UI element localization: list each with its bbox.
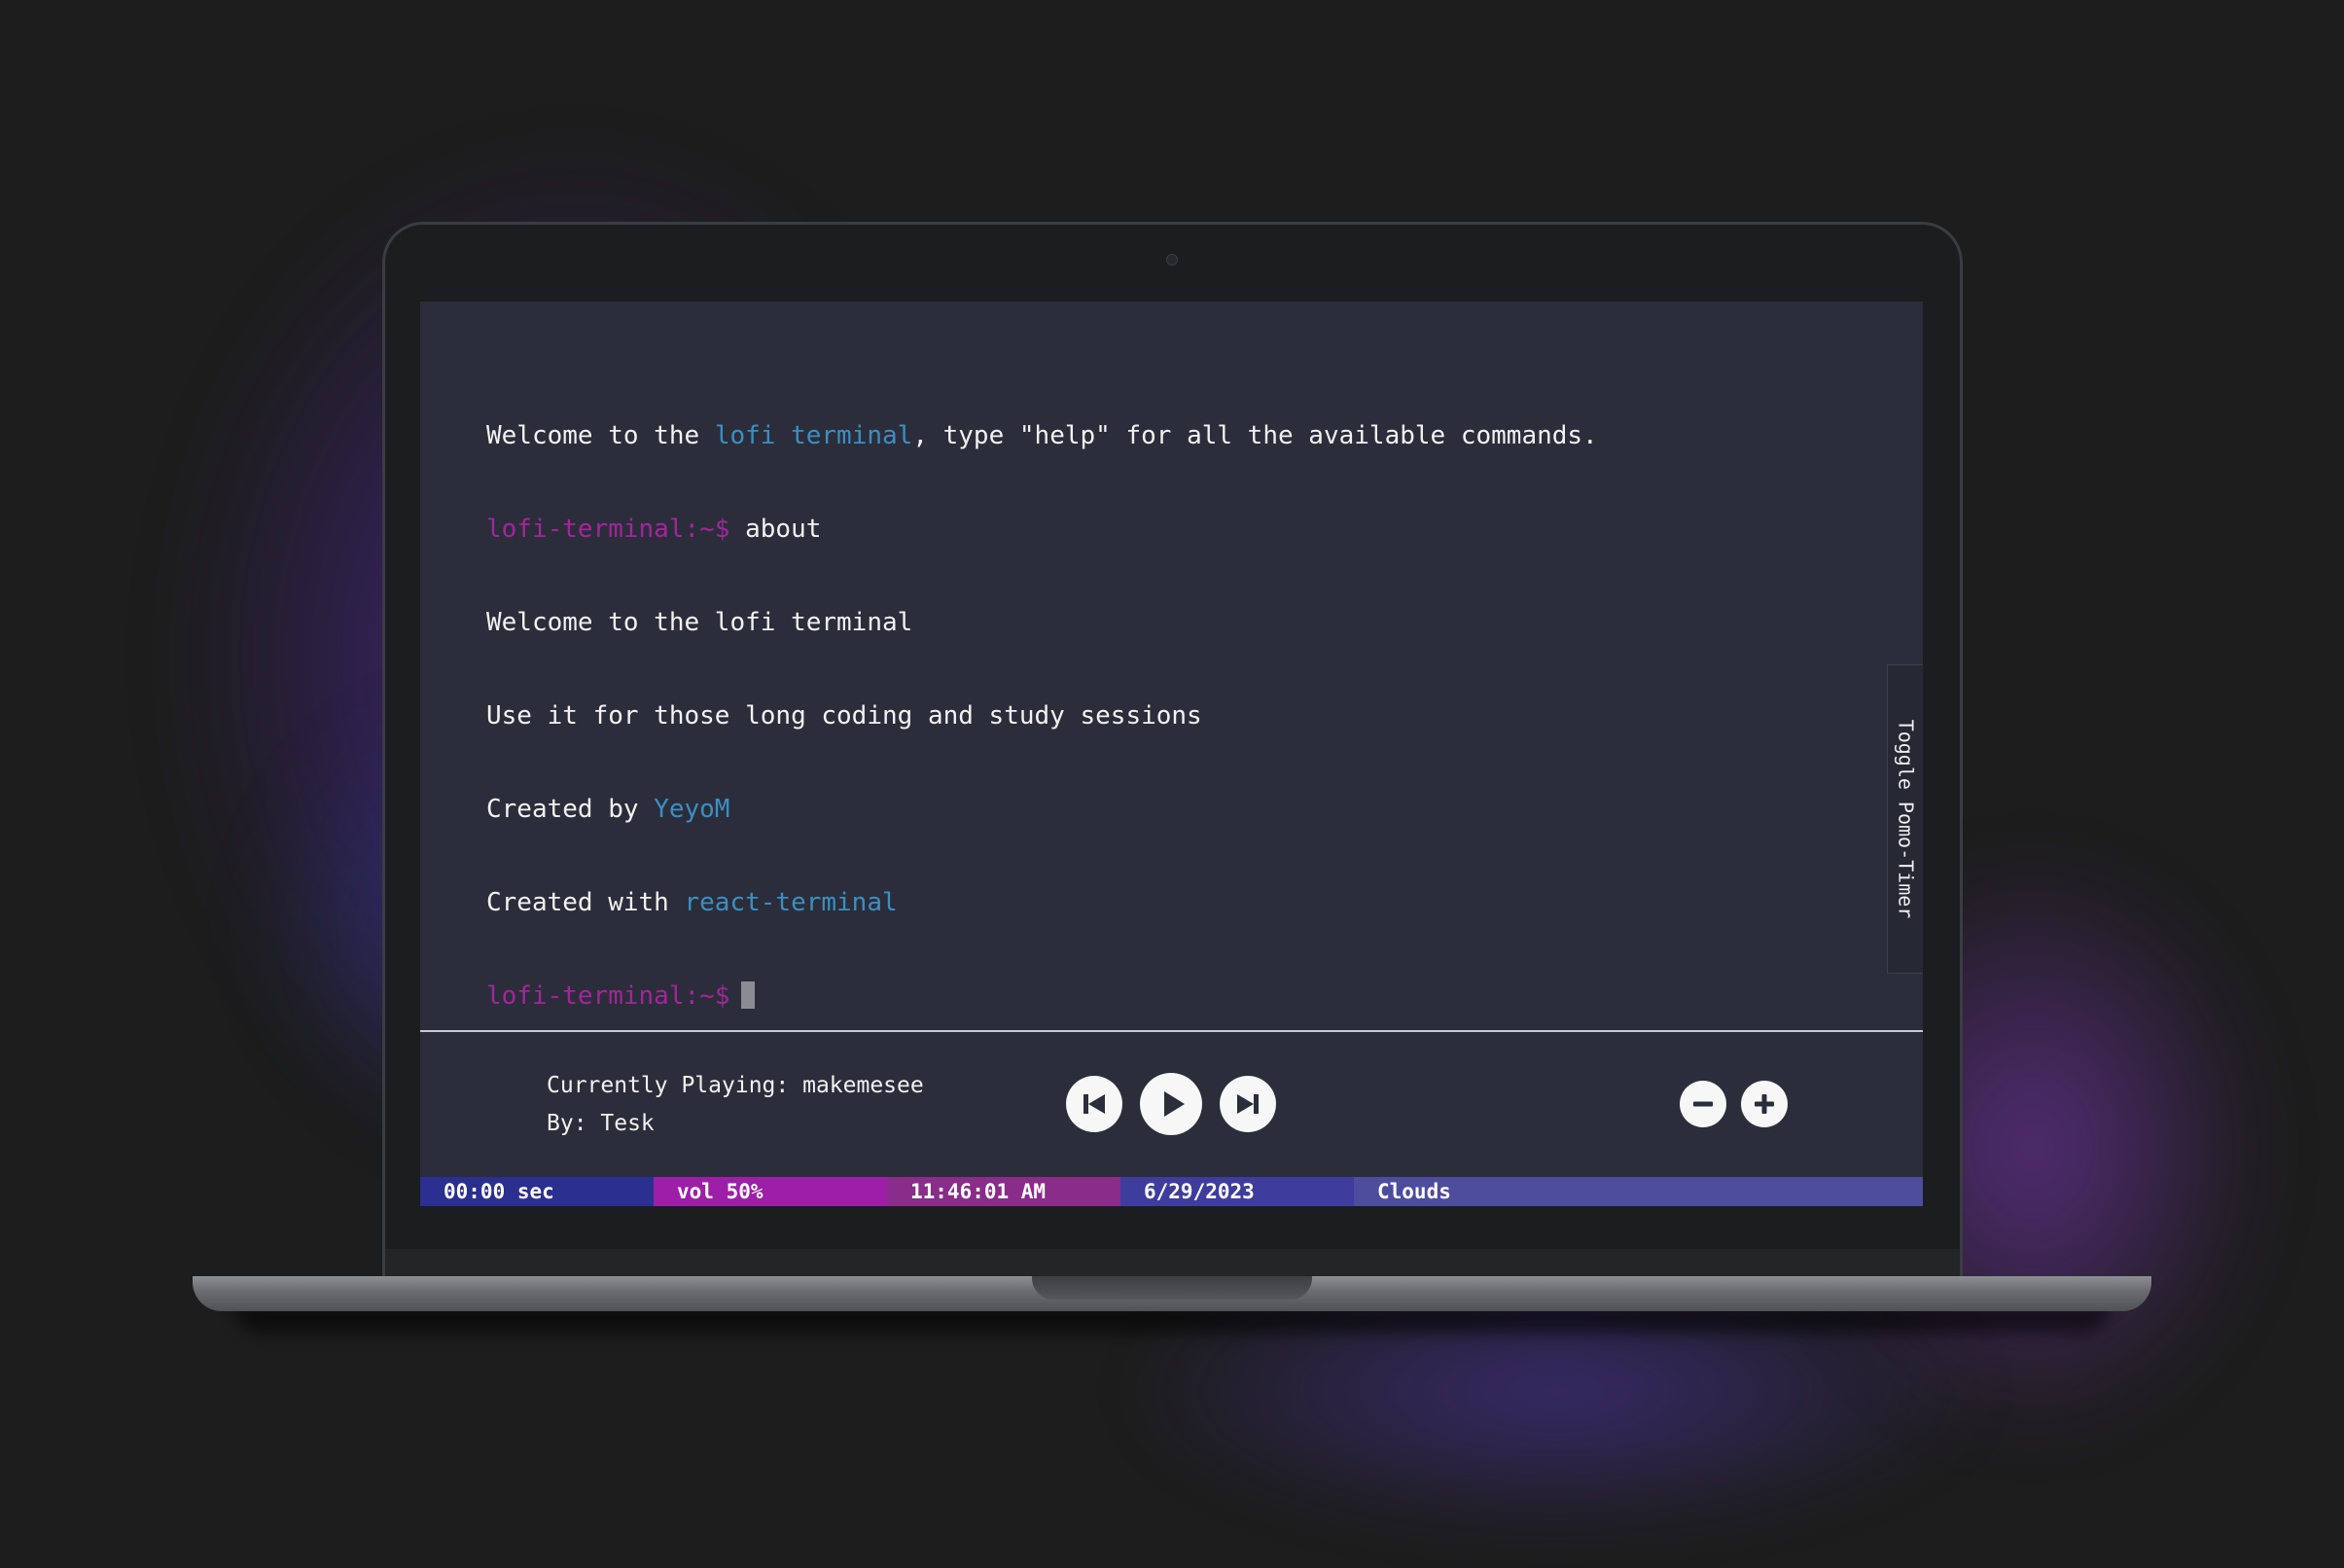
- terminal-created-with-line: Created with react-terminal: [486, 887, 1598, 918]
- welcome-suffix: , type "help" for all the available comm…: [912, 421, 1598, 450]
- terminal-command: about: [745, 515, 822, 544]
- music-player: Currently Playing: makemesee By: Tesk: [420, 1032, 1923, 1177]
- status-weather: Clouds: [1354, 1177, 1923, 1206]
- terminal[interactable]: Welcome to the lofi terminal, type "help…: [420, 302, 1923, 1031]
- created-with-label: Created with: [486, 888, 685, 917]
- status-timer: 00:00 sec: [420, 1177, 654, 1206]
- terminal-prompt: lofi-terminal:~$: [486, 981, 730, 1011]
- next-track-button[interactable]: [1220, 1076, 1276, 1132]
- status-date: 6/29/2023: [1120, 1177, 1354, 1206]
- terminal-welcome-line: Welcome to the lofi terminal, type "help…: [486, 420, 1598, 451]
- welcome-highlight: lofi terminal: [714, 421, 913, 450]
- laptop-hinge: [385, 1249, 1960, 1276]
- terminal-command-line: lofi-terminal:~$ about: [486, 514, 1598, 545]
- terminal-output: Welcome to the lofi terminal, type "help…: [486, 358, 1598, 1074]
- author-link[interactable]: YeyoM: [654, 795, 729, 824]
- track-info: Currently Playing: makemesee By: Tesk: [547, 1067, 924, 1143]
- volume-down-button[interactable]: [1680, 1081, 1726, 1127]
- terminal-created-by-line: Created by YeyoM: [486, 794, 1598, 825]
- skip-next-icon: [1237, 1094, 1259, 1114]
- skip-previous-icon: [1083, 1094, 1105, 1114]
- welcome-prefix: Welcome to the: [486, 421, 715, 450]
- terminal-input-line[interactable]: lofi-terminal:~$: [486, 980, 1598, 1012]
- play-button[interactable]: [1140, 1073, 1202, 1135]
- react-terminal-link[interactable]: react-terminal: [685, 888, 898, 917]
- terminal-cursor: [741, 981, 756, 1009]
- status-volume: vol 50%: [654, 1177, 887, 1206]
- volume-up-button[interactable]: [1741, 1081, 1788, 1127]
- minus-icon: [1693, 1101, 1713, 1107]
- terminal-output-line: Use it for those long coding and study s…: [486, 701, 1202, 731]
- terminal-prompt: lofi-terminal:~$: [486, 515, 730, 544]
- laptop-screen: Welcome to the lofi terminal, type "help…: [420, 302, 1923, 1206]
- pomo-timer-toggle-button[interactable]: Toggle Pomo-Timer: [1887, 664, 1923, 974]
- pomo-timer-toggle-label: Toggle Pomo-Timer: [1894, 719, 1918, 919]
- currently-playing-label: Currently Playing: makemesee: [547, 1073, 924, 1098]
- created-by-label: Created by: [486, 795, 655, 824]
- play-icon: [1164, 1091, 1185, 1117]
- plus-icon: [1755, 1094, 1774, 1114]
- previous-track-button[interactable]: [1066, 1076, 1122, 1132]
- artist-label: By: Tesk: [547, 1111, 655, 1136]
- camera-icon: [1166, 254, 1178, 266]
- status-clock: 11:46:01 AM: [887, 1177, 1120, 1206]
- status-bar: 00:00 sec vol 50% 11:46:01 AM 6/29/2023 …: [420, 1177, 1923, 1206]
- terminal-output-line: Welcome to the lofi terminal: [486, 608, 913, 637]
- laptop-notch: [1032, 1276, 1312, 1300]
